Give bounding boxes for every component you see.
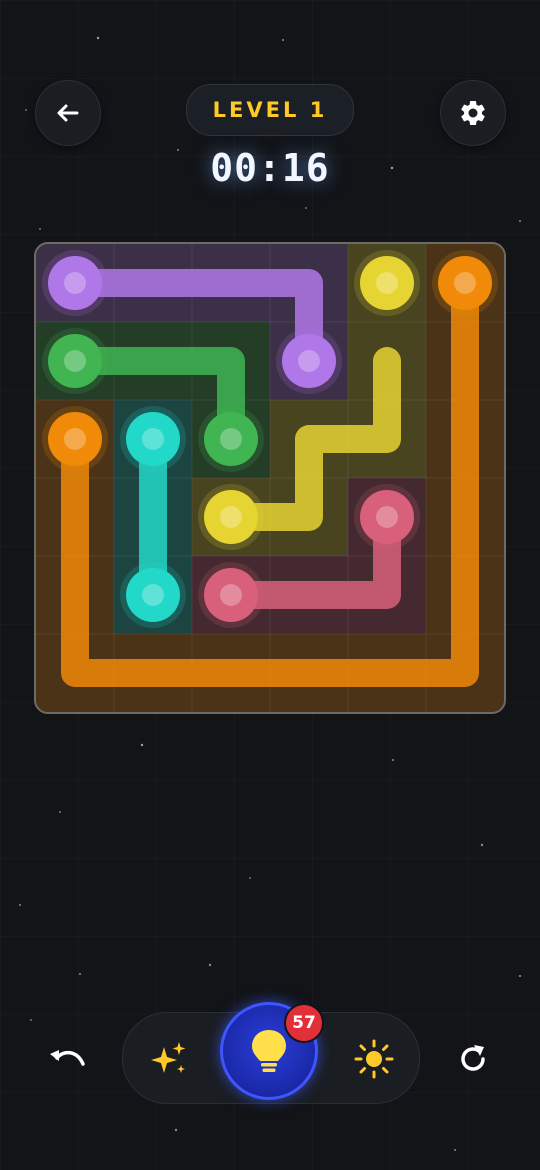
sun-icon [354, 1039, 394, 1079]
lightbulb-icon [252, 1030, 286, 1072]
timer: 00:16 [210, 146, 330, 190]
undo-button[interactable] [40, 1032, 94, 1086]
board-grid[interactable] [36, 244, 504, 712]
level-indicator: LEVEL 1 [186, 84, 354, 136]
brightness-button[interactable] [350, 1035, 398, 1083]
sparkle-icon [151, 1042, 186, 1073]
endpoint-highlight [64, 350, 86, 372]
endpoint-highlight [376, 506, 398, 528]
endpoint-highlight [220, 584, 242, 606]
endpoint-highlight [376, 272, 398, 294]
endpoint-highlight [64, 272, 86, 294]
endpoint-highlight [142, 584, 164, 606]
endpoint-highlight [64, 428, 86, 450]
endpoint-highlight [220, 428, 242, 450]
back-button[interactable] [35, 80, 101, 146]
magic-button[interactable] [146, 1036, 192, 1082]
gear-icon [461, 100, 485, 125]
endpoint-highlight [454, 272, 476, 294]
restart-icon [461, 1045, 485, 1071]
arrow-left-icon [57, 104, 79, 122]
settings-button[interactable] [440, 80, 506, 146]
endpoint-highlight [142, 428, 164, 450]
restart-button[interactable] [446, 1032, 500, 1086]
undo-icon [50, 1050, 85, 1066]
endpoint-highlight [298, 350, 320, 372]
game-board[interactable] [34, 242, 506, 714]
endpoint-highlight [220, 506, 242, 528]
hint-count-badge: 57 [284, 1003, 324, 1043]
